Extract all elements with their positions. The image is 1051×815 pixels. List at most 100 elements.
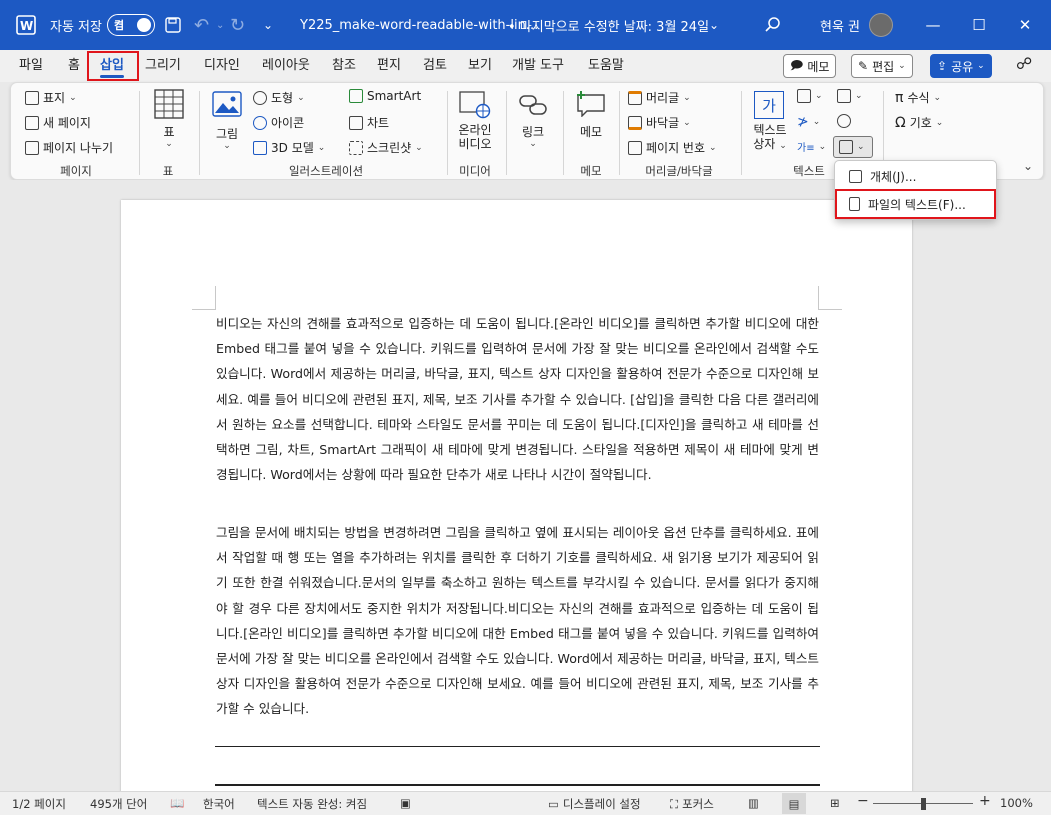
read-mode-icon[interactable]: ▥	[748, 796, 759, 810]
maximize-icon[interactable]: ☐	[956, 0, 1002, 50]
blank-page-button[interactable]: 새 페이지	[25, 114, 91, 131]
new-comment-icon	[577, 91, 605, 117]
page-indicator[interactable]: 1/2 페이지	[12, 796, 66, 812]
accessibility-icon[interactable]: ▣	[400, 796, 411, 810]
quick-parts-button[interactable]: ⌄	[797, 89, 823, 103]
cover-page-label: 표지	[43, 91, 66, 105]
pencil-icon: ✎	[858, 59, 869, 73]
symbol-button[interactable]: Ω 기호 ⌄	[895, 114, 943, 131]
web-layout-icon[interactable]: ⊞	[830, 796, 840, 810]
picture-button[interactable]: 그림 ⌄	[209, 89, 245, 159]
tab-references[interactable]: 참조	[332, 56, 356, 76]
redo-icon[interactable]: ↻	[230, 0, 245, 50]
tab-help[interactable]: 도움말	[588, 56, 624, 76]
equation-button[interactable]: π 수식 ⌄	[895, 89, 941, 106]
text-predictions[interactable]: 텍스트 자동 완성: 켜짐	[257, 796, 367, 812]
chevron-down-icon: ⌄	[977, 61, 985, 71]
proofing-icon[interactable]: 📖	[170, 796, 184, 810]
chevron-down-icon: ⌄	[898, 61, 906, 71]
last-modified[interactable]: • 마지막으로 수정한 날짜: 3월 24일	[508, 0, 709, 50]
autosave-label: 자동 저장	[50, 19, 102, 35]
group-label-header-footer: 머리글/바닥글	[645, 164, 713, 178]
3d-models-button[interactable]: 3D 모델 ⌄	[253, 139, 325, 156]
comment-button[interactable]: 메모	[571, 89, 611, 159]
screenshot-button[interactable]: 스크린샷 ⌄	[349, 139, 423, 156]
search-icon[interactable]	[764, 0, 782, 50]
monitor-icon: ▭	[548, 797, 559, 811]
zoom-slider-thumb[interactable]	[921, 798, 926, 810]
date-time-button[interactable]	[837, 114, 851, 128]
page-number-button[interactable]: 페이지 번호 ⌄	[628, 139, 717, 156]
share-button[interactable]: ⇪ 공유 ⌄	[930, 54, 992, 78]
chart-button[interactable]: 차트	[349, 114, 389, 131]
ribbon-collapse-icon[interactable]: ⌄	[1023, 159, 1033, 173]
avatar[interactable]	[869, 0, 893, 50]
close-icon[interactable]: ✕	[1002, 0, 1048, 50]
paragraph-1[interactable]: 비디오는 자신의 견해를 효과적으로 입증하는 데 도움이 됩니다.[온라인 비…	[216, 311, 819, 487]
document-page[interactable]: 비디오는 자신의 견해를 효과적으로 입증하는 데 도움이 됩니다.[온라인 비…	[121, 200, 912, 815]
tab-draw[interactable]: 그리기	[145, 56, 181, 76]
display-settings-button[interactable]: ▭ 디스플레이 설정	[548, 796, 641, 812]
save-icon[interactable]	[164, 0, 182, 50]
header-icon	[628, 90, 642, 105]
cover-page-button[interactable]: 표지 ⌄	[25, 89, 77, 106]
focus-button[interactable]: ⛶ 포커스	[670, 796, 714, 812]
footer-button[interactable]: 바닥글 ⌄	[628, 114, 691, 131]
online-video-label-1: 온라인	[458, 123, 492, 137]
memo-button[interactable]: 🗩 메모	[783, 54, 837, 78]
signature-line-button[interactable]: ⌄	[837, 89, 863, 103]
edit-mode-button[interactable]: ✎ 편집 ⌄	[851, 54, 913, 78]
zoom-level[interactable]: 100%	[1000, 796, 1033, 810]
wordart-button[interactable]: ≯ ⌄	[797, 114, 820, 130]
icons-icon	[253, 115, 267, 130]
zoom-in-icon[interactable]: +	[979, 793, 991, 809]
online-video-button[interactable]: 온라인 비디오	[453, 89, 497, 159]
smartart-button[interactable]: SmartArt	[349, 89, 421, 103]
tab-file[interactable]: 파일	[19, 56, 43, 76]
link-button[interactable]: 링크 ⌄	[513, 89, 553, 159]
table-button[interactable]: 표 ⌄	[151, 89, 191, 159]
paragraph-2[interactable]: 그림을 문서에 배치되는 방법을 변경하려면 그림을 클릭하고 옆에 표시되는 …	[216, 520, 819, 722]
online-video-icon	[459, 91, 491, 119]
footer-icon	[628, 115, 642, 130]
horizontal-rule	[215, 784, 820, 786]
header-label: 머리글	[646, 91, 680, 105]
minimize-icon[interactable]: —	[910, 0, 956, 50]
picture-label: 그림	[215, 127, 239, 141]
text-box-button[interactable]: 가 텍스트 상자 ⌄	[749, 89, 791, 159]
zoom-out-icon[interactable]: −	[857, 793, 869, 809]
menu-item-object[interactable]: 개체(J)...	[839, 164, 994, 188]
shapes-button[interactable]: 도형 ⌄	[253, 89, 305, 106]
undo-dropdown-icon[interactable]: ⌄	[216, 0, 224, 50]
customize-toolbar-icon[interactable]: ⌄	[263, 0, 273, 50]
language[interactable]: 한국어	[203, 796, 235, 812]
page-break-label: 페이지 나누기	[43, 141, 114, 155]
date-time-icon	[837, 114, 851, 128]
link-label: 링크	[521, 125, 545, 139]
picture-icon	[212, 91, 242, 117]
autosave-state: 켬	[114, 19, 125, 32]
tab-layout[interactable]: 레이아웃	[262, 56, 310, 76]
header-button[interactable]: 머리글 ⌄	[628, 89, 691, 106]
tab-developer[interactable]: 개발 도구	[512, 56, 564, 76]
group-label-comments: 메모	[580, 164, 602, 178]
object-dropdown-button[interactable]: ⌄	[833, 136, 873, 158]
page-break-button[interactable]: 페이지 나누기	[25, 139, 113, 156]
tab-review[interactable]: 검토	[423, 56, 447, 76]
drop-cap-button[interactable]: 가≡ ⌄	[797, 139, 826, 155]
word-count[interactable]: 495개 단어	[90, 796, 147, 812]
modified-dropdown-icon[interactable]: ⌄	[709, 0, 719, 50]
equation-label: 수식	[907, 91, 930, 105]
autosave-toggle[interactable]: 켬	[107, 0, 155, 50]
icons-label: 아이콘	[271, 116, 305, 130]
tab-home[interactable]: 홈	[68, 56, 80, 76]
tab-design[interactable]: 디자인	[204, 56, 240, 76]
tab-mailings[interactable]: 편지	[377, 56, 401, 76]
print-layout-icon[interactable]: ▤	[782, 793, 806, 814]
undo-icon[interactable]: ↶	[194, 0, 209, 50]
svg-text:W: W	[20, 19, 33, 33]
tab-view[interactable]: 보기	[468, 56, 492, 76]
icons-button[interactable]: 아이콘	[253, 114, 304, 131]
copilot-icon[interactable]: ☍	[1016, 54, 1032, 74]
group-label-illustrations: 일러스트레이션	[288, 164, 364, 178]
